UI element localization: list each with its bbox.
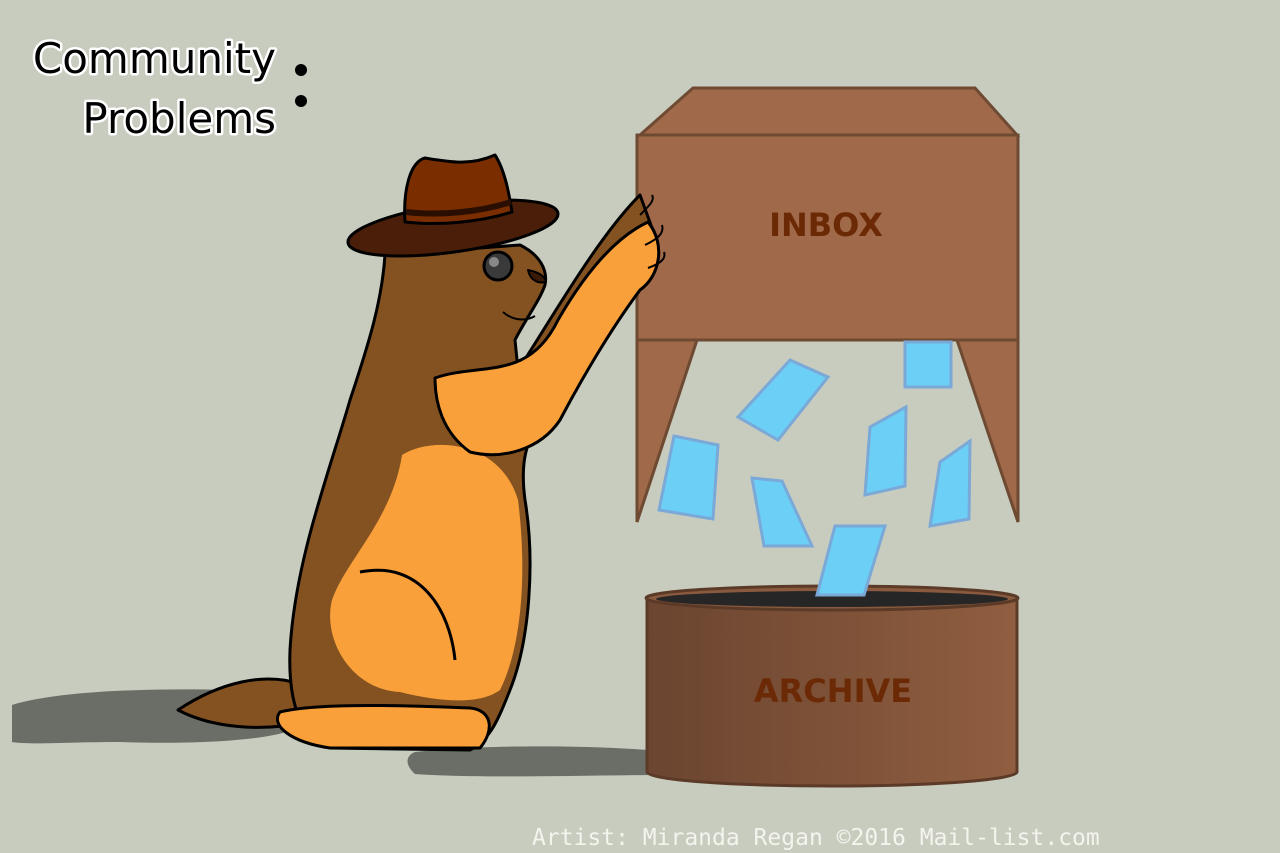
mail-card: [928, 438, 972, 528]
inbox-label: INBOX: [769, 206, 883, 244]
mail-cards: [657, 340, 972, 548]
archive-label: ARCHIVE: [754, 672, 912, 710]
colon-dot: [295, 95, 307, 107]
artist-credit: Artist: Miranda Regan ©2016 Mail-list.co…: [532, 825, 1100, 851]
eye: [482, 250, 514, 282]
mail-card: [863, 404, 908, 497]
title-line-1: Community: [33, 34, 276, 83]
mail-card: [750, 476, 815, 548]
title-line-2: Problems: [82, 94, 276, 143]
mail-card: [903, 340, 953, 389]
mail-card: [815, 524, 888, 597]
groundhog: [176, 153, 666, 752]
mail-card: [657, 434, 720, 521]
title: Community Problems: [30, 32, 307, 146]
illustration: Community Problems INBOX ARCHIVE Artist:…: [12, 32, 1100, 851]
foot: [276, 704, 491, 750]
mail-card: [735, 358, 831, 442]
colon-dot: [295, 64, 307, 76]
